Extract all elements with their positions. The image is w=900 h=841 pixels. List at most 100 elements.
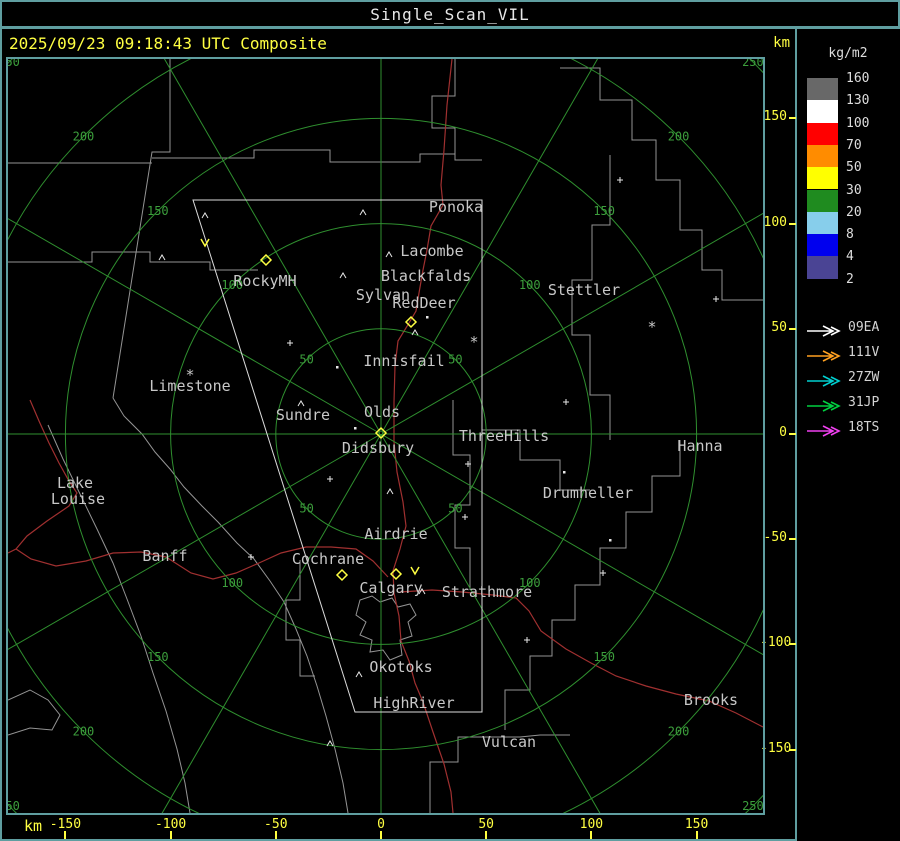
town-caret-marker xyxy=(158,254,166,261)
city-label: Stettler xyxy=(548,281,620,299)
city-label: RedDeer xyxy=(392,294,455,312)
legend-scale-value: 50 xyxy=(846,160,862,176)
bottom-axis-label: 0 xyxy=(377,817,385,832)
range-ring-label: 150 xyxy=(593,650,615,664)
map-layers: 50 5050 50100 100100 100150 150150 150200 20020… xyxy=(6,59,763,813)
track-arrow xyxy=(806,322,842,341)
city-label: ThreeHills xyxy=(459,427,549,445)
county-boundary xyxy=(560,67,763,301)
range-ring-label: 200 xyxy=(668,129,690,143)
right-axis-tick xyxy=(789,433,796,435)
county-boundary xyxy=(431,59,482,161)
legend-color-swatch xyxy=(807,78,838,101)
city-label: Didsbury xyxy=(342,439,414,457)
window-title: Single_Scan_VIL xyxy=(370,5,530,24)
radial-line xyxy=(161,433,382,813)
town-dot-marker xyxy=(609,539,612,542)
titlebar-divider xyxy=(0,26,900,29)
county-boundary xyxy=(355,595,417,661)
town-plus-marker xyxy=(327,476,333,482)
track-arrow-glyph xyxy=(807,350,841,362)
county-boundary xyxy=(8,251,258,271)
town-plus-marker xyxy=(248,554,254,560)
radial-line xyxy=(163,59,382,435)
track-arrow-glyph xyxy=(807,425,841,437)
town-caret-marker xyxy=(386,488,394,495)
city-label: Banff xyxy=(142,547,187,565)
radar-site-marker xyxy=(389,567,403,581)
city-label: RockyMH xyxy=(233,272,296,290)
city-label: Lacombe xyxy=(400,242,463,260)
track-arrow xyxy=(806,372,842,391)
bottom-axis-label: -150 xyxy=(49,817,82,832)
track-arrow-glyph xyxy=(807,325,841,337)
radar-site-marker xyxy=(335,568,349,582)
track-arrow-icon xyxy=(807,425,841,437)
scan-timestamp: 2025/09/23 09:18:43 UTC Composite xyxy=(9,34,327,53)
range-ring-label: 150 xyxy=(593,204,615,218)
legend-scale-value: 70 xyxy=(846,137,862,153)
bottom-axis-tick xyxy=(274,831,277,839)
town-dot-marker xyxy=(354,427,357,430)
range-ring-label: 200 xyxy=(73,129,95,143)
legend-color-swatch xyxy=(807,211,838,235)
town-plus-marker xyxy=(617,177,623,183)
legend-scale-value: 30 xyxy=(846,182,862,198)
town-dot-marker xyxy=(563,471,566,474)
town-plus-marker xyxy=(600,570,606,576)
legend-unit-label: kg/m2 xyxy=(828,46,868,61)
town-caret-marker xyxy=(385,251,393,258)
range-ring-label: 200 xyxy=(668,725,690,739)
city-label: Airdrie xyxy=(364,525,427,543)
right-axis-tick xyxy=(789,222,796,225)
track-arrow-icon xyxy=(807,350,841,362)
bottom-axis-tick xyxy=(590,831,593,839)
city-label: Sundre xyxy=(276,406,330,424)
town-dot-marker xyxy=(426,316,429,319)
bottom-axis-unit-label: km xyxy=(24,817,43,835)
city-label: Vulcan xyxy=(482,733,536,751)
range-ring-label: 100 xyxy=(519,278,541,292)
track-id: 31JP xyxy=(848,395,880,410)
legend-scale-value: 100 xyxy=(846,115,870,131)
town-plus-marker xyxy=(287,340,293,346)
city-label: Cochrane xyxy=(292,550,364,568)
city-label: Drumheller xyxy=(543,484,633,502)
bottom-axis-tick xyxy=(169,831,172,839)
legend-color-swatch xyxy=(807,189,838,212)
right-axis-tick xyxy=(789,748,796,751)
bottom-axis-label: 50 xyxy=(478,817,495,832)
bottom-axis-tick xyxy=(695,831,698,839)
county-boundary xyxy=(285,560,315,677)
range-ring-label: 250 xyxy=(6,799,20,813)
range-ring-label: 100 xyxy=(221,576,243,590)
town-caret-marker xyxy=(359,209,367,216)
city-label: Blackfalds xyxy=(381,267,471,285)
range-ring-label: 150 xyxy=(147,204,169,218)
track-arrow xyxy=(806,347,842,366)
city-label: Calgary xyxy=(359,579,422,597)
radar-map: 50 5050 50100 100100 100150 150150 150200 20020… xyxy=(6,57,765,815)
legend-scale-value: 2 xyxy=(846,271,854,287)
town-caret-marker xyxy=(201,212,209,219)
city-label: Brooks xyxy=(684,691,738,709)
right-axis-tick xyxy=(789,538,796,541)
track-arrow-glyph xyxy=(807,400,841,412)
bottom-axis-label: 100 xyxy=(579,817,604,832)
legend-scale-value: 160 xyxy=(846,71,870,86)
town-plus-marker xyxy=(563,399,569,405)
legend-color-swatch xyxy=(807,122,838,145)
range-ring-label: 50 xyxy=(448,501,462,515)
range-ring-label: 50 xyxy=(299,501,313,515)
range-ring-label: 50 xyxy=(448,353,462,367)
city-label: Limestone xyxy=(149,377,230,395)
city-label: Innisfail xyxy=(363,352,444,370)
right-axis-unit-label: km xyxy=(773,35,790,51)
town-plus-marker xyxy=(462,514,468,520)
town-dot-marker xyxy=(336,366,339,369)
legend-scale-value: 4 xyxy=(846,249,854,265)
city-label: Olds xyxy=(364,403,400,421)
radar-center-dot xyxy=(380,432,382,434)
legend-color-swatch xyxy=(807,144,838,168)
town-plus-marker xyxy=(524,637,530,643)
